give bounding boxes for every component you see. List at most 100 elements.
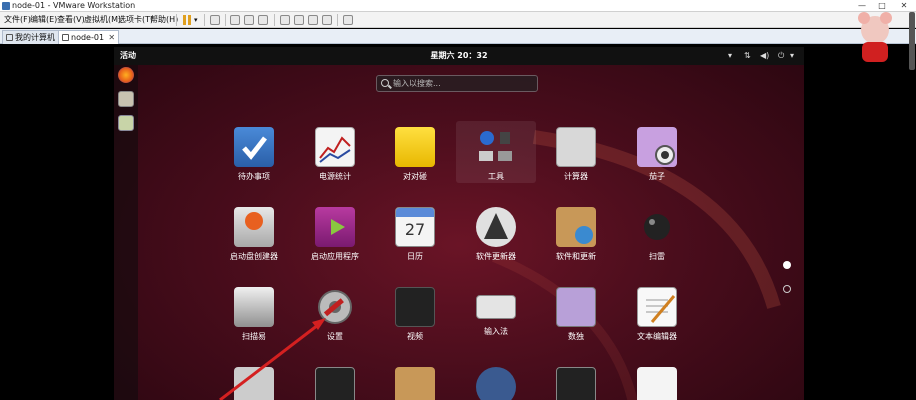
snapshot-revert-icon[interactable]: [244, 15, 254, 25]
unity-icon[interactable]: [322, 15, 332, 25]
software-updates-icon: [556, 207, 596, 247]
app-label: 启动盘创建器: [230, 252, 278, 261]
menu-vm[interactable]: 虚拟机(M): [84, 12, 121, 28]
app-software-updates[interactable]: 软件和更新: [536, 207, 616, 262]
startup-disk-icon: [234, 207, 274, 247]
app-keyboard[interactable]: 输入法: [456, 287, 536, 337]
vm-display[interactable]: 活动 星期六 20：32 ▾ ⇅ ◀) ⏻ ▾ 输入以搜索... 待办事项 电源…: [0, 45, 916, 400]
snapshot-icon[interactable]: [230, 15, 240, 25]
network-icon[interactable]: ⇅: [744, 47, 751, 65]
search-icon: [381, 79, 389, 87]
app-label: 扫雷: [649, 252, 665, 261]
tab-node-01[interactable]: node-01 ✕: [58, 30, 120, 45]
input-method-icon[interactable]: ▾: [728, 47, 732, 65]
app-label: 设置: [327, 332, 343, 341]
fullscreen-icon[interactable]: [308, 15, 318, 25]
app-scanner[interactable]: 扫描易: [214, 287, 294, 342]
terminal-icon[interactable]: [556, 367, 596, 400]
app-label: 数独: [568, 332, 584, 341]
calendar-icon: 27: [395, 207, 435, 247]
app-label: 输入法: [484, 327, 508, 336]
calculator-icon: [556, 127, 596, 167]
app-sudoku[interactable]: 数独: [536, 287, 616, 342]
solitaire-icon[interactable]: [637, 367, 677, 400]
menu-help[interactable]: 帮助(H): [150, 12, 178, 28]
app-calendar[interactable]: 27 日历: [375, 207, 455, 262]
toolbar-separator: [204, 14, 205, 26]
app-calculator[interactable]: 计算器: [536, 127, 616, 182]
text-editor-icon: [637, 287, 677, 327]
gnome-top-bar: 活动 星期六 20：32 ▾ ⇅ ◀) ⏻ ▾: [114, 47, 804, 65]
app-label: 软件和更新: [556, 252, 596, 261]
snapshot-manager-icon[interactable]: [258, 15, 268, 25]
app-text-editor[interactable]: 文本编辑器: [617, 287, 697, 342]
title-bar: node-01 - VMware Workstation — □ ✕: [0, 0, 916, 12]
firefox-icon[interactable]: [118, 67, 134, 83]
remote-desktop-icon[interactable]: [476, 367, 516, 400]
power-icon[interactable]: ⏻: [778, 47, 784, 65]
search-placeholder: 输入以搜索...: [393, 79, 441, 88]
settings-icon: [315, 287, 355, 327]
files-icon[interactable]: [118, 91, 134, 107]
menu-tabs[interactable]: 选项卡(T): [118, 12, 153, 28]
app-label: 计算器: [564, 172, 588, 181]
app-label: 对对碰: [403, 172, 427, 181]
app-settings[interactable]: 设置: [295, 287, 375, 342]
search-input[interactable]: 输入以搜索...: [376, 75, 538, 92]
ubuntu-desktop[interactable]: 活动 星期六 20：32 ▾ ⇅ ◀) ⏻ ▾ 输入以搜索... 待办事项 电源…: [114, 47, 804, 400]
mascot-sticker: [850, 10, 900, 66]
pause-icon[interactable]: [182, 15, 192, 25]
startup-apps-icon: [315, 207, 355, 247]
app-label: 工具: [488, 172, 504, 181]
system-monitor-icon[interactable]: [315, 367, 355, 400]
thumbnail-icon[interactable]: [294, 15, 304, 25]
app-cheese[interactable]: 茄子: [617, 127, 697, 182]
toolbar-separator: [274, 14, 275, 26]
keyboard-icon: [476, 295, 516, 319]
console-view-icon[interactable]: [343, 15, 353, 25]
volume-icon[interactable]: ◀): [760, 47, 769, 65]
menu-file[interactable]: 文件(F): [4, 12, 31, 28]
send-keys-icon[interactable]: [210, 15, 220, 25]
sudoku-icon: [556, 287, 596, 327]
software-center-icon[interactable]: [118, 115, 134, 131]
close-icon[interactable]: ✕: [108, 31, 115, 45]
software-updater-icon: [476, 207, 516, 247]
toolbar-separator: [225, 14, 226, 26]
cheese-icon: [637, 127, 677, 167]
app-todo[interactable]: 待办事项: [214, 127, 294, 182]
tab-label: node-01: [71, 33, 105, 42]
app-mines[interactable]: 扫雷: [617, 207, 697, 262]
vmware-window: node-01 - VMware Workstation — □ ✕ 文件(F)…: [0, 0, 916, 400]
app-tools-folder[interactable]: 工具: [456, 121, 536, 183]
menu-edit[interactable]: 编辑(E): [30, 12, 57, 28]
app-label: 启动应用程序: [311, 252, 359, 261]
chevron-down-icon[interactable]: ▾: [194, 12, 198, 28]
app-label: 茄子: [649, 172, 665, 181]
clock[interactable]: 星期六 20：32: [414, 47, 504, 65]
vm-icon: [62, 34, 69, 41]
page-indicator-active[interactable]: [783, 261, 791, 269]
files-cabinet-icon[interactable]: [234, 367, 274, 400]
app-video[interactable]: 视频: [375, 287, 455, 342]
page-indicator[interactable]: [783, 285, 791, 293]
app-label: 视频: [407, 332, 423, 341]
app-label: 待办事项: [238, 172, 270, 181]
library-icon[interactable]: [280, 15, 290, 25]
scanner-icon: [234, 287, 274, 327]
activities-button[interactable]: 活动: [120, 47, 136, 65]
app-startup-apps[interactable]: 启动应用程序: [295, 207, 375, 262]
chevron-down-icon[interactable]: ▾: [790, 47, 794, 65]
toolbar-separator: [176, 14, 177, 26]
menu-view[interactable]: 查看(V): [57, 12, 85, 28]
archive-icon[interactable]: [395, 367, 435, 400]
dock: [114, 65, 138, 400]
vmware-logo-icon: [2, 2, 10, 10]
app-software-updater[interactable]: 软件更新器: [456, 207, 536, 262]
app-puzzle-game[interactable]: 对对碰: [375, 127, 455, 182]
computer-icon: [6, 34, 13, 41]
scrollbar[interactable]: [909, 12, 915, 70]
app-startup-disk[interactable]: 启动盘创建器: [214, 207, 294, 262]
toolbar-separator: [337, 14, 338, 26]
app-power-stats[interactable]: 电源统计: [295, 127, 375, 182]
